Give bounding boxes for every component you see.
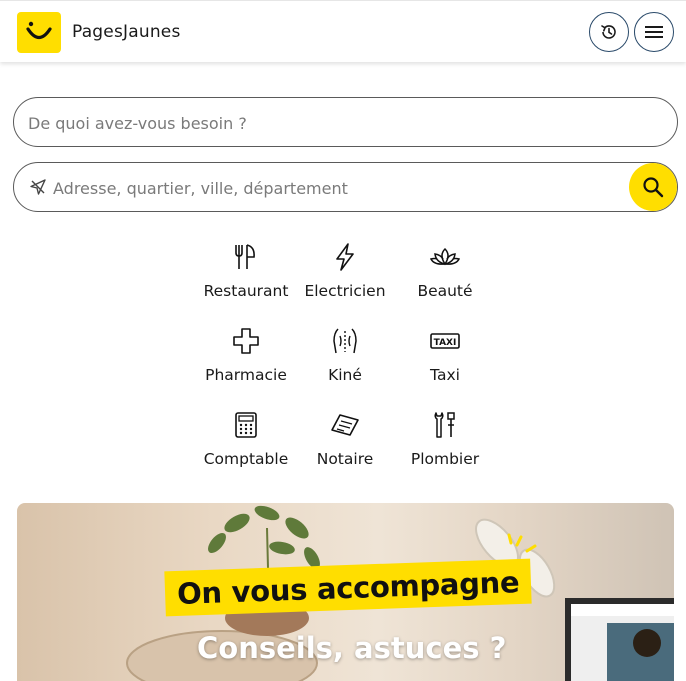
- lightning-icon: [330, 242, 360, 272]
- document-stamp-icon: [330, 410, 360, 440]
- search-button[interactable]: [629, 163, 677, 211]
- logo-text[interactable]: PagesJaunes: [72, 22, 181, 42]
- cross-icon: [231, 326, 261, 356]
- category-beaute[interactable]: Beauté: [390, 242, 500, 312]
- history-icon: [601, 25, 616, 39]
- category-notaire[interactable]: Notaire: [290, 410, 400, 480]
- category-restaurant[interactable]: Restaurant: [191, 242, 301, 312]
- category-label: Comptable: [203, 450, 289, 468]
- category-comptable[interactable]: Comptable: [191, 410, 301, 480]
- calculator-icon: [231, 410, 261, 440]
- category-label: Taxi: [430, 366, 460, 384]
- banner-subtitle: Conseils, astuces ?: [197, 631, 507, 665]
- taxi-sign-icon: TAXI: [430, 326, 460, 356]
- tools-icon: [430, 410, 460, 440]
- what-search-input[interactable]: [28, 111, 648, 135]
- category-label: Kiné: [328, 366, 362, 384]
- category-taxi[interactable]: TAXI Taxi: [390, 326, 500, 396]
- category-label: Beauté: [417, 282, 473, 300]
- category-kine[interactable]: Kiné: [290, 326, 400, 396]
- location-arrow-icon[interactable]: [29, 178, 47, 196]
- what-search-field[interactable]: [13, 97, 678, 147]
- category-plombier[interactable]: Plombier: [390, 410, 500, 480]
- category-electricien[interactable]: Electricien: [290, 242, 400, 312]
- svg-text:TAXI: TAXI: [434, 338, 457, 348]
- search-icon: [643, 177, 664, 198]
- menu-button[interactable]: [634, 12, 674, 52]
- hamburger-menu-icon: [645, 26, 663, 38]
- back-body-icon: [330, 326, 360, 356]
- category-label: Electricien: [304, 282, 386, 300]
- category-pharmacie[interactable]: Pharmacie: [191, 326, 301, 396]
- category-label: Plombier: [410, 450, 480, 468]
- pagesjaunes-logo-icon[interactable]: [17, 12, 61, 53]
- history-button[interactable]: [589, 12, 629, 52]
- where-search-field[interactable]: [13, 162, 678, 212]
- promo-banner[interactable]: On vous accompagne Conseils, astuces ?: [17, 503, 674, 681]
- category-label: Notaire: [316, 450, 374, 468]
- top-header: PagesJaunes: [0, 0, 686, 62]
- category-label: Restaurant: [203, 282, 289, 300]
- lotus-icon: [430, 242, 460, 272]
- utensils-icon: [231, 242, 261, 272]
- category-label: Pharmacie: [205, 366, 287, 384]
- where-search-input[interactable]: [53, 176, 613, 200]
